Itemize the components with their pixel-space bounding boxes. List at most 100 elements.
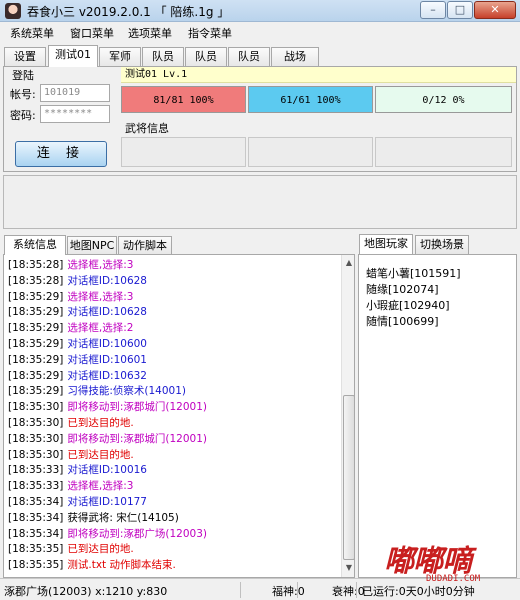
- log-message: 已到达目的地.: [67, 417, 134, 429]
- log-time: [18:35:29]: [8, 322, 64, 335]
- tab-advisor[interactable]: 军师: [99, 47, 141, 67]
- log-scrollbar[interactable]: ▲ ▼: [341, 255, 354, 577]
- log-time: [18:35:30]: [8, 401, 64, 414]
- log-message: 即将移动到:涿郡城门(12001): [67, 432, 207, 445]
- status-separator: [240, 582, 241, 598]
- status-fortune: 福神:0: [272, 585, 305, 598]
- log-line: [18:35:34] 即将移动到:涿郡广场(12003): [8, 526, 207, 541]
- exp-text: 0/12 0%: [422, 95, 465, 106]
- log-line: [18:35:30] 已到达目的地.: [8, 415, 134, 430]
- log-message: 对话框ID:10628: [67, 306, 147, 319]
- log-line: [18:35:34] 获得武将: 宋仁(14105): [8, 510, 179, 525]
- character-header: 测试01 Lv.1: [121, 67, 516, 83]
- log-line: [18:35:29] 对话框ID:10600: [8, 336, 147, 351]
- log-message: 已到达目的地.: [67, 543, 134, 556]
- log-message: 选择框,选择:3: [67, 259, 134, 271]
- tab-system-info[interactable]: 系统信息: [4, 235, 66, 255]
- log-time: [18:35:34]: [8, 527, 64, 540]
- menu-window[interactable]: 窗口菜单: [70, 25, 114, 41]
- log-time: [18:35:28]: [8, 274, 64, 287]
- scroll-thumb[interactable]: [343, 395, 354, 560]
- minimize-icon[interactable]: –: [420, 1, 446, 19]
- app-icon: [5, 3, 21, 19]
- log-line: [18:35:28] 对话框ID:10628: [8, 273, 147, 288]
- tab-switch-scene[interactable]: 切换场景: [415, 235, 469, 254]
- system-log[interactable]: ▲ ▼ [18:35:28] 选择框,选择:3 [18:35:28] 对话框ID:10…: [3, 254, 355, 578]
- account-field[interactable]: 101019: [40, 84, 110, 102]
- log-time: [18:35:35]: [8, 559, 64, 572]
- log-time: [18:35:29]: [8, 338, 64, 350]
- mp-bar: 61/61 100%: [248, 86, 373, 113]
- account-label: 帐号:: [10, 88, 36, 101]
- log-line: [18:35:34] 对话框ID:10177: [8, 494, 147, 509]
- log-time: [18:35:30]: [8, 448, 64, 461]
- tab-settings[interactable]: 设置: [4, 47, 46, 67]
- menu-commands[interactable]: 指令菜单: [188, 25, 232, 41]
- watermark-sub: DUDADI.COM: [426, 574, 481, 584]
- tab-test01[interactable]: 测试01: [48, 45, 98, 67]
- tab-member-1[interactable]: 队员: [142, 47, 184, 67]
- password-label: 密码:: [10, 109, 36, 122]
- log-time: [18:35:28]: [8, 259, 64, 271]
- log-message: 选择框,选择:3: [67, 290, 134, 303]
- log-message: 获得武将: 宋仁(14105): [67, 511, 179, 524]
- log-message: 对话框ID:10177: [67, 496, 147, 508]
- log-message: 对话框ID:10628: [67, 274, 147, 287]
- log-line: [18:35:28] 选择框,选择:3: [8, 257, 133, 272]
- player-list-item[interactable]: 蜡笔小薯[101591]: [366, 265, 461, 281]
- menu-system[interactable]: 系统菜单: [10, 25, 54, 41]
- log-time: [18:35:34]: [8, 496, 64, 508]
- log-message: 习得技能:侦察术(14001): [67, 385, 186, 398]
- scroll-up-icon[interactable]: ▲: [343, 256, 354, 270]
- log-message: 已到达目的地.: [67, 448, 134, 461]
- log-line: [18:35:29] 选择框,选择:2: [8, 320, 133, 335]
- log-message: 测试.txt 动作脚本结束.: [67, 559, 176, 572]
- log-line: [18:35:33] 选择框,选择:3: [8, 478, 133, 493]
- main-tabs: 设置 测试01 军师 队员 队员 队员 战场: [0, 45, 520, 67]
- close-icon[interactable]: ✕: [474, 1, 516, 19]
- log-time: [18:35:34]: [8, 511, 64, 524]
- title-bar: 吞食小三 v2019.2.0.1 「 陪练.1g 」 – □ ✕: [0, 0, 520, 22]
- map-player-list[interactable]: 蜡笔小薯[101591] 随缘[102074] 小瑕疵[102940] 随情[1006…: [358, 254, 517, 578]
- general-slot-2[interactable]: [248, 137, 373, 167]
- hp-bar: 81/81 100%: [121, 86, 246, 113]
- log-time: [18:35:29]: [8, 306, 64, 319]
- log-message: 对话框ID:10601: [67, 353, 147, 366]
- log-line: [18:35:35] 测试.txt 动作脚本结束.: [8, 557, 176, 572]
- tab-map-players[interactable]: 地图玩家: [359, 234, 413, 254]
- maximize-icon[interactable]: □: [447, 1, 473, 19]
- menu-bar: 系统菜单 窗口菜单 选项菜单 指令菜单: [0, 22, 520, 41]
- status-separator: [356, 582, 357, 598]
- general-slot-3[interactable]: [375, 137, 512, 167]
- player-list-item[interactable]: 随缘[102074]: [366, 281, 439, 297]
- status-separator: [297, 582, 298, 598]
- log-line: [18:35:33] 对话框ID:10016: [8, 462, 147, 477]
- log-line: [18:35:30] 即将移动到:涿郡城门(12001): [8, 399, 207, 414]
- player-list-item[interactable]: 随情[100699]: [366, 313, 439, 329]
- log-time: [18:35:35]: [8, 543, 64, 556]
- log-line: [18:35:29] 选择框,选择:3: [8, 289, 133, 304]
- scroll-down-icon[interactable]: ▼: [343, 561, 354, 575]
- log-line: [18:35:30] 已到达目的地.: [8, 447, 134, 462]
- log-line: [18:35:29] 习得技能:侦察术(14001): [8, 383, 186, 398]
- log-time: [18:35:29]: [8, 353, 64, 366]
- log-time: [18:35:33]: [8, 480, 64, 493]
- menu-options[interactable]: 选项菜单: [128, 25, 172, 41]
- log-time: [18:35:30]: [8, 417, 64, 429]
- log-message: 对话框ID:10632: [67, 369, 147, 382]
- connect-button[interactable]: 连 接: [15, 141, 107, 167]
- tab-member-2[interactable]: 队员: [185, 47, 227, 67]
- tab-action-script[interactable]: 动作脚本: [118, 236, 172, 255]
- password-field[interactable]: ********: [40, 105, 110, 123]
- general-slot-1[interactable]: [121, 137, 246, 167]
- log-line: [18:35:29] 对话框ID:10632: [8, 368, 147, 383]
- log-line: [18:35:29] 对话框ID:10601: [8, 352, 147, 367]
- tab-battlefield[interactable]: 战场: [271, 47, 319, 67]
- tab-member-3[interactable]: 队员: [228, 47, 270, 67]
- blank-panel: [3, 175, 517, 229]
- log-message: 即将移动到:涿郡城门(12001): [67, 401, 207, 414]
- tab-map-npc[interactable]: 地图NPC: [67, 236, 117, 255]
- log-message: 选择框,选择:3: [67, 480, 134, 493]
- player-list-item[interactable]: 小瑕疵[102940]: [366, 297, 450, 313]
- general-info-legend: 武将信息: [125, 122, 169, 135]
